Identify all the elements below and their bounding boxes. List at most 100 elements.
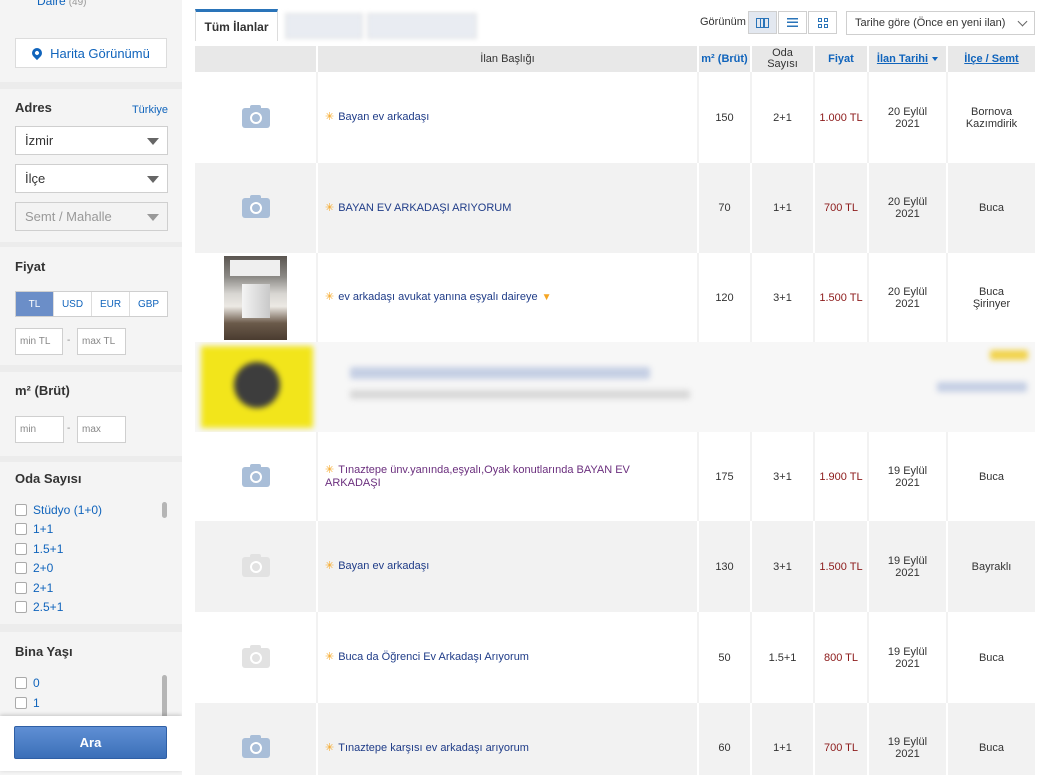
listing-title[interactable]: ✳ ev arkadaşı avukat yanına eşyalı dairey… [316, 253, 697, 342]
tab-all-listings[interactable]: Tüm İlanlar [195, 9, 278, 41]
search-button[interactable]: Ara [14, 726, 167, 759]
building-age-scrollbar[interactable] [162, 675, 167, 720]
sort-select[interactable]: Tarihe göre (Önce en yeni ilan) [846, 11, 1035, 35]
gallery-view-icon [817, 17, 828, 28]
star-icon: ✳ [325, 201, 335, 214]
listing-title[interactable]: ✳ BAYAN EV ARKADAŞI ARIYORUM [316, 163, 697, 253]
tab-blurred[interactable] [285, 13, 363, 39]
table-row[interactable]: ✳ Bayan ev arkadaşı 130 3+1 1.500 TL 19 E… [195, 521, 1035, 612]
listing-price: 1.500 TL [813, 253, 867, 342]
currency-usd[interactable]: USD [54, 292, 92, 316]
listing-title[interactable]: ✳ Bayan ev arkadaşı [316, 521, 697, 612]
view-list-button[interactable] [778, 11, 807, 34]
rooms-title: Oda Sayısı [15, 471, 82, 486]
view-gallery-button[interactable] [808, 11, 837, 34]
date-year: 2021 [895, 117, 920, 130]
listing-thumbnail[interactable] [195, 612, 316, 703]
map-view-button[interactable]: Harita Görünümü [15, 38, 167, 68]
listing-area: 130 [697, 521, 750, 612]
listing-date: 19 Eylül 2021 [867, 521, 946, 612]
header-location[interactable]: İlçe / Semt [946, 46, 1035, 72]
listing-title[interactable]: ✳ Tınaztepe karşısı ev arkadaşı arıyorum [316, 703, 697, 775]
price-max-input[interactable]: max TL [77, 328, 126, 355]
listing-date: 19 Eylül 2021 [867, 612, 946, 703]
listing-thumbnail[interactable] [195, 72, 316, 163]
district-select[interactable]: İlçe [15, 164, 168, 193]
rooms-option[interactable]: 2+0 [15, 561, 53, 575]
date-day: 19 Eylül [887, 736, 928, 748]
category-item-daire[interactable]: Daire (49) [37, 0, 86, 8]
thumbs-up-icon: ▼ [541, 292, 552, 303]
table-row[interactable]: ✳ ev arkadaşı avukat yanına eşyalı dairey… [195, 253, 1035, 342]
listing-rooms: 1+1 [750, 703, 813, 775]
building-age-option[interactable]: 1 [15, 696, 40, 710]
listing-date: 19 Eylül 2021 [867, 432, 946, 521]
neighborhood-select[interactable]: Semt / Mahalle [15, 202, 168, 231]
rooms-option[interactable]: 2.5+1 [15, 600, 63, 614]
checkbox[interactable] [15, 523, 27, 535]
sponsored-row[interactable] [195, 342, 1035, 432]
rooms-option[interactable]: 1+1 [15, 522, 53, 536]
sort-value: Tarihe göre (Önce en yeni ilan) [855, 17, 1006, 29]
category-label: Daire [37, 0, 66, 8]
listing-thumbnail[interactable] [195, 163, 316, 253]
checkbox[interactable] [15, 504, 27, 516]
header-price[interactable]: Fiyat [813, 46, 867, 72]
table-row[interactable]: ✳ BAYAN EV ARKADAŞI ARIYORUM 70 1+1 700 T… [195, 163, 1035, 253]
option-label: 1.5+1 [33, 542, 64, 556]
checkbox[interactable] [15, 697, 27, 709]
area-min-input[interactable]: min [15, 416, 64, 443]
checkbox[interactable] [15, 543, 27, 555]
listing-title[interactable]: ✳ Tınaztepe ünv.yanında,eşyalı,Oyak konut… [316, 432, 697, 521]
rooms-option[interactable]: 1.5+1 [15, 542, 63, 556]
star-icon: ✳ [325, 560, 335, 572]
option-label: 0 [33, 676, 40, 690]
star-icon: ✳ [325, 111, 335, 123]
listing-title[interactable]: ✳ Buca da Öğrenci Ev Arkadaşı Arıyorum [316, 612, 697, 703]
currency-tl[interactable]: TL [16, 292, 54, 316]
listing-thumbnail[interactable] [195, 432, 316, 521]
date-day: 19 Eylül [887, 645, 928, 658]
view-table-button[interactable] [748, 11, 777, 34]
location-district: Buca [978, 202, 1005, 214]
checkbox[interactable] [15, 562, 27, 574]
listing-price: 1.500 TL [813, 521, 867, 612]
listing-title-text: Bayan ev arkadaşı [338, 560, 430, 572]
header-date[interactable]: İlan Tarihi [867, 46, 946, 72]
date-day: 20 Eylül [887, 196, 928, 208]
listing-area: 70 [697, 163, 750, 253]
rooms-option[interactable]: 2+1 [15, 581, 53, 595]
listing-date: 20 Eylül 2021 [867, 163, 946, 253]
price-min-input[interactable]: min TL [15, 328, 63, 355]
listing-thumbnail[interactable] [195, 521, 316, 612]
listing-title[interactable]: ✳ Bayan ev arkadaşı [316, 72, 697, 163]
area-max-input[interactable]: max [77, 416, 126, 443]
camera-icon [241, 463, 270, 487]
checkbox[interactable] [15, 677, 27, 689]
checkbox[interactable] [15, 601, 27, 613]
table-row[interactable]: ✳ Bayan ev arkadaşı 150 2+1 1.000 TL 20 E… [195, 72, 1035, 163]
table-row[interactable]: ✳ Tınaztepe karşısı ev arkadaşı arıyorum … [195, 703, 1035, 775]
table-row[interactable]: ✳ Tınaztepe ünv.yanında,eşyalı,Oyak konut… [195, 432, 1035, 521]
rooms-scrollbar[interactable] [162, 502, 167, 518]
listing-thumbnail[interactable] [195, 253, 316, 342]
building-age-option[interactable]: 0 [15, 676, 40, 690]
sponsored-link[interactable] [937, 382, 1027, 392]
option-label: 2+1 [33, 581, 54, 595]
listing-thumbnail[interactable] [195, 703, 316, 775]
currency-eur[interactable]: EUR [92, 292, 130, 316]
country-link[interactable]: Türkiye [132, 104, 168, 116]
option-label: Stüdyo (1+0) [33, 503, 103, 517]
star-icon: ✳ [325, 291, 335, 303]
table-row[interactable]: ✳ Buca da Öğrenci Ev Arkadaşı Arıyorum 50… [195, 612, 1035, 703]
city-select[interactable]: İzmir [15, 126, 168, 155]
rooms-option[interactable]: Stüdyo (1+0) [15, 503, 102, 517]
listing-area: 120 [697, 253, 750, 342]
currency-gbp[interactable]: GBP [130, 292, 167, 316]
date-year: 2021 [895, 297, 920, 310]
listing-price: 800 TL [813, 612, 867, 703]
area-range-dash: - [67, 423, 71, 434]
checkbox[interactable] [15, 582, 27, 594]
header-area[interactable]: m² (Brüt) [697, 46, 750, 72]
tab-blurred[interactable] [367, 13, 477, 39]
